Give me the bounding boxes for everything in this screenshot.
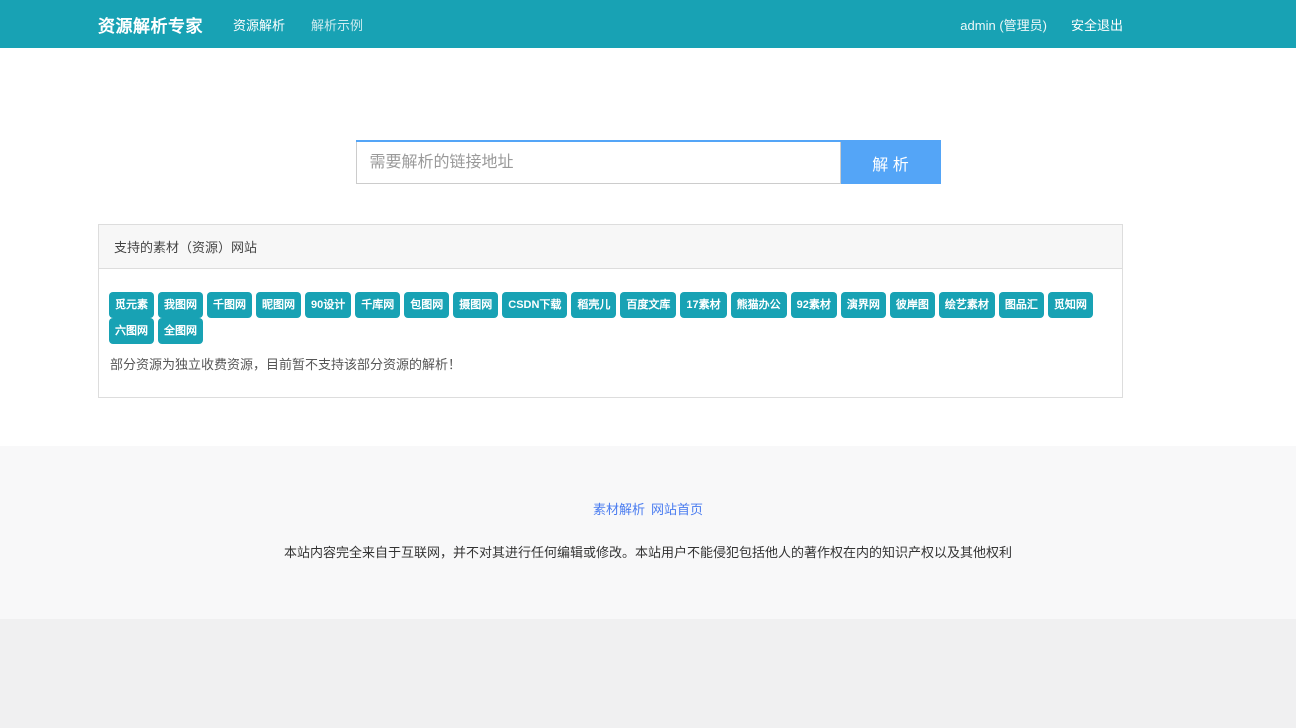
panel-body: 觅元素我图网千图网昵图网90设计千库网包图网摄图网CSDN下载稻壳儿百度文库17… [99, 269, 1122, 397]
main-content: 解 析 支持的素材（资源）网站 觅元素我图网千图网昵图网90设计千库网包图网摄图… [0, 48, 1296, 446]
site-badge: 演界网 [841, 292, 886, 318]
site-badge: 17素材 [680, 292, 726, 318]
logout-link[interactable]: 安全退出 [1071, 15, 1123, 34]
panel-header: 支持的素材（资源）网站 [99, 225, 1122, 269]
nav-item[interactable]: 解析示例 [311, 15, 363, 34]
site-badge: 千库网 [355, 292, 400, 318]
top-navbar: 资源解析专家 资源解析 解析示例 admin (管理员) 安全退出 [0, 0, 1296, 48]
site-badge: 彼岸图 [890, 292, 935, 318]
disclaimer-text: 本站内容完全来自于互联网，并不对其进行任何编辑或修改。本站用户不能侵犯包括他人的… [0, 542, 1296, 561]
footer-link[interactable]: 网站首页 [651, 502, 703, 517]
site-badge: 觅元素 [109, 292, 154, 318]
footer-links: 素材解析网站首页 [0, 499, 1296, 518]
site-badge: 稻壳儿 [571, 292, 616, 318]
search-area: 解 析 [356, 48, 941, 184]
parse-button[interactable]: 解 析 [841, 142, 941, 184]
site-badge: 摄图网 [453, 292, 498, 318]
user-label: admin (管理员) [960, 15, 1047, 34]
url-input[interactable] [356, 142, 841, 184]
site-badge: 90设计 [305, 292, 351, 318]
site-badge: 92素材 [791, 292, 837, 318]
nav-item[interactable]: 资源解析 [233, 15, 285, 34]
site-badge: 百度文库 [620, 292, 676, 318]
footer: 素材解析网站首页 本站内容完全来自于互联网，并不对其进行任何编辑或修改。本站用户… [0, 446, 1296, 619]
site-badge: 熊猫办公 [731, 292, 787, 318]
site-badge: 千图网 [207, 292, 252, 318]
site-badge: 六图网 [109, 318, 154, 344]
footer-bottom-strip [0, 619, 1296, 728]
site-badge: 包图网 [404, 292, 449, 318]
footer-link[interactable]: 素材解析 [593, 502, 645, 517]
site-badge: 绘艺素材 [939, 292, 995, 318]
site-badge: 我图网 [158, 292, 203, 318]
site-badge: CSDN下载 [502, 292, 567, 318]
site-badges: 觅元素我图网千图网昵图网90设计千库网包图网摄图网CSDN下载稻壳儿百度文库17… [107, 292, 1114, 344]
site-badge: 觅知网 [1048, 292, 1093, 318]
main-nav: 资源解析 解析示例 [233, 15, 389, 34]
site-badge: 昵图网 [256, 292, 301, 318]
note-text: 部分资源为独立收费资源，目前暂不支持该部分资源的解析！ [107, 354, 1114, 373]
supported-sites-panel: 支持的素材（资源）网站 觅元素我图网千图网昵图网90设计千库网包图网摄图网CSD… [98, 224, 1123, 398]
site-badge: 图品汇 [999, 292, 1044, 318]
site-badge: 全图网 [158, 318, 203, 344]
brand-title[interactable]: 资源解析专家 [98, 12, 203, 37]
navbar-right: admin (管理员) 安全退出 [960, 15, 1123, 34]
